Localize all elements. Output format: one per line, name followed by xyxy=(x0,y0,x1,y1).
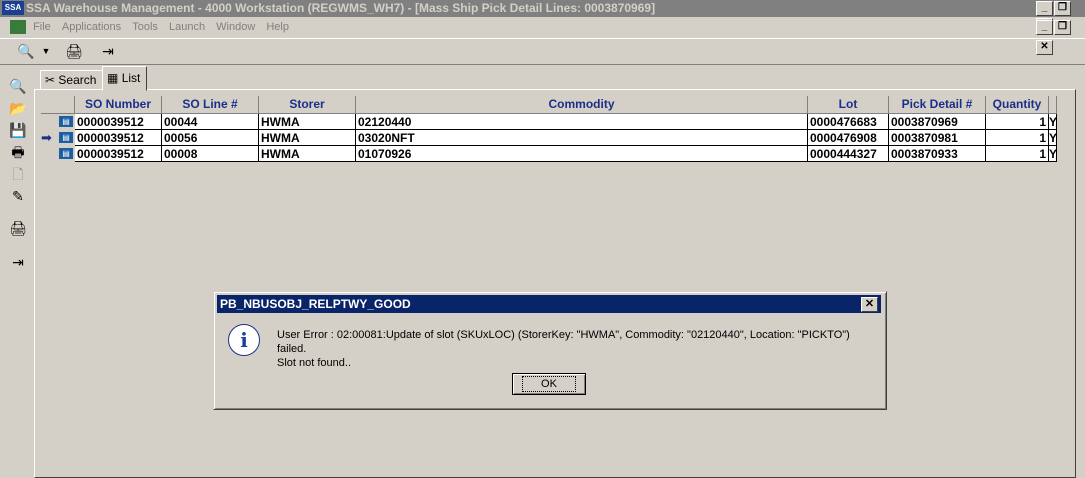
restore-button[interactable]: ❐ xyxy=(1054,1,1071,16)
cell-so-number[interactable]: 0000039512 xyxy=(75,114,162,130)
list-tab-icon: ▦ xyxy=(107,71,119,85)
pick-line-icon: ▤ xyxy=(59,116,73,127)
save-icon[interactable]: 💾 xyxy=(8,121,28,139)
cell-commodity[interactable]: 01070926 xyxy=(356,146,808,162)
cell-lot[interactable]: 0000476683 xyxy=(808,114,889,130)
cell-so-line[interactable]: 00044 xyxy=(162,114,259,130)
cell-quantity[interactable]: 1 xyxy=(986,114,1049,130)
menu-file[interactable]: File xyxy=(33,17,51,37)
row-header[interactable]: ▤ xyxy=(41,114,75,131)
print-icon[interactable]: 🖶 xyxy=(8,143,28,161)
pick-line-icon: ▤ xyxy=(59,148,73,159)
cell-commodity[interactable]: 03020NFT xyxy=(356,130,808,146)
folder-open-icon[interactable]: 📂 xyxy=(8,99,28,117)
pick-line-icon: ▤ xyxy=(59,132,73,143)
search-icon[interactable]: 🔍 xyxy=(8,77,28,95)
error-dialog: PB_NBUSOBJ_RELPTWY_GOOD ✕ i User Error :… xyxy=(213,291,887,410)
column-header-commodity[interactable]: Commodity xyxy=(356,96,808,114)
menu-applications[interactable]: Applications xyxy=(62,17,121,37)
cell-pick-detail[interactable]: 0003870981 xyxy=(889,130,986,146)
menu-bar: File Applications Tools Launch Window He… xyxy=(0,17,1085,55)
cell-so-line[interactable]: 00008 xyxy=(162,146,259,162)
row-header[interactable]: ➡ ▤ xyxy=(41,130,75,147)
cell-extra[interactable]: Y xyxy=(1049,130,1057,146)
toolbar: 🔍 ▼ 🖨 ⇥ xyxy=(0,38,1085,65)
cell-so-number[interactable]: 0000039512 xyxy=(75,146,162,162)
column-header-extra xyxy=(1049,96,1057,114)
dialog-title-bar: PB_NBUSOBJ_RELPTWY_GOOD ✕ xyxy=(217,295,881,313)
cell-extra[interactable]: Y xyxy=(1049,114,1057,130)
cell-commodity[interactable]: 02120440 xyxy=(356,114,808,130)
column-header-so-number[interactable]: SO Number xyxy=(75,96,162,114)
cell-so-number[interactable]: 0000039512 xyxy=(75,130,162,146)
cell-lot[interactable]: 0000476908 xyxy=(808,130,889,146)
window-title-bar: SSA SSA Warehouse Management - 4000 Work… xyxy=(0,0,1085,33)
side-toolbar: 🔍 📂 💾 🖶 🗋 ✎ 🖨 ⇥ xyxy=(6,73,30,476)
child-minimize-button[interactable]: _ xyxy=(1036,20,1053,35)
tab-search-label: Search xyxy=(58,73,97,87)
column-header-so-line[interactable]: SO Line # xyxy=(162,96,259,114)
cell-pick-detail[interactable]: 0003870933 xyxy=(889,146,986,162)
chevron-down-icon[interactable]: ▼ xyxy=(36,42,56,60)
dialog-message-line-2: Slot not found.. xyxy=(277,357,351,369)
cell-pick-detail[interactable]: 0003870969 xyxy=(889,114,986,130)
tab-list-label: List xyxy=(121,71,141,85)
menu-window[interactable]: Window xyxy=(216,17,255,37)
cell-quantity[interactable]: 1 xyxy=(986,130,1049,146)
clear-icon[interactable]: ✎ xyxy=(8,187,28,205)
current-row-arrow-icon: ➡ xyxy=(41,130,52,145)
dialog-close-button[interactable]: ✕ xyxy=(861,297,878,312)
search-tab-icon: ✂ xyxy=(45,73,56,87)
menu-tools[interactable]: Tools xyxy=(132,17,158,37)
pick-detail-grid: SO Number SO Line # Storer Commodity Lot… xyxy=(41,96,1057,163)
ok-button[interactable]: OK xyxy=(512,373,586,395)
child-restore-button[interactable]: ❐ xyxy=(1054,20,1071,35)
dialog-title: PB_NBUSOBJ_RELPTWY_GOOD xyxy=(220,297,411,311)
cell-storer[interactable]: HWMA xyxy=(259,130,356,146)
cell-quantity[interactable]: 1 xyxy=(986,146,1049,162)
cell-storer[interactable]: HWMA xyxy=(259,146,356,162)
exit-icon[interactable]: ⇥ xyxy=(98,42,118,60)
menu-help[interactable]: Help xyxy=(266,17,289,37)
cell-so-line[interactable]: 00056 xyxy=(162,130,259,146)
row-header[interactable]: ▤ xyxy=(41,146,75,163)
tab-list[interactable]: ▦ List xyxy=(102,66,148,91)
minimize-button[interactable]: _ xyxy=(1036,1,1053,16)
window-title: SSA Warehouse Management - 4000 Workstat… xyxy=(26,1,656,15)
cell-extra[interactable]: Y xyxy=(1049,146,1057,162)
menu-launch[interactable]: Launch xyxy=(169,17,205,37)
ok-button-label: OK xyxy=(522,376,576,392)
grid-corner xyxy=(41,96,75,114)
tab-search[interactable]: ✂ Search xyxy=(40,70,104,90)
dialog-message: User Error : 02:00081:Update of slot (SK… xyxy=(277,328,877,370)
column-header-lot[interactable]: Lot xyxy=(808,96,889,114)
column-header-storer[interactable]: Storer xyxy=(259,96,356,114)
cell-storer[interactable]: HWMA xyxy=(259,114,356,130)
cell-lot[interactable]: 0000444327 xyxy=(808,146,889,162)
print-preview-icon[interactable]: 🗋 xyxy=(8,165,28,183)
search-icon[interactable]: 🔍 xyxy=(16,42,36,60)
dialog-message-line-1: User Error : 02:00081:Update of slot (SK… xyxy=(277,329,850,355)
column-header-quantity[interactable]: Quantity xyxy=(986,96,1049,114)
mdi-app-icon xyxy=(10,20,26,35)
exit-icon[interactable]: ⇥ xyxy=(8,253,28,271)
info-icon: i xyxy=(228,324,260,356)
column-header-pick-detail[interactable]: Pick Detail # xyxy=(889,96,986,114)
print-setup-icon[interactable]: 🖨 xyxy=(8,219,28,237)
print-setup-icon[interactable]: 🖨 xyxy=(64,42,84,60)
app-icon: SSA xyxy=(2,1,24,15)
